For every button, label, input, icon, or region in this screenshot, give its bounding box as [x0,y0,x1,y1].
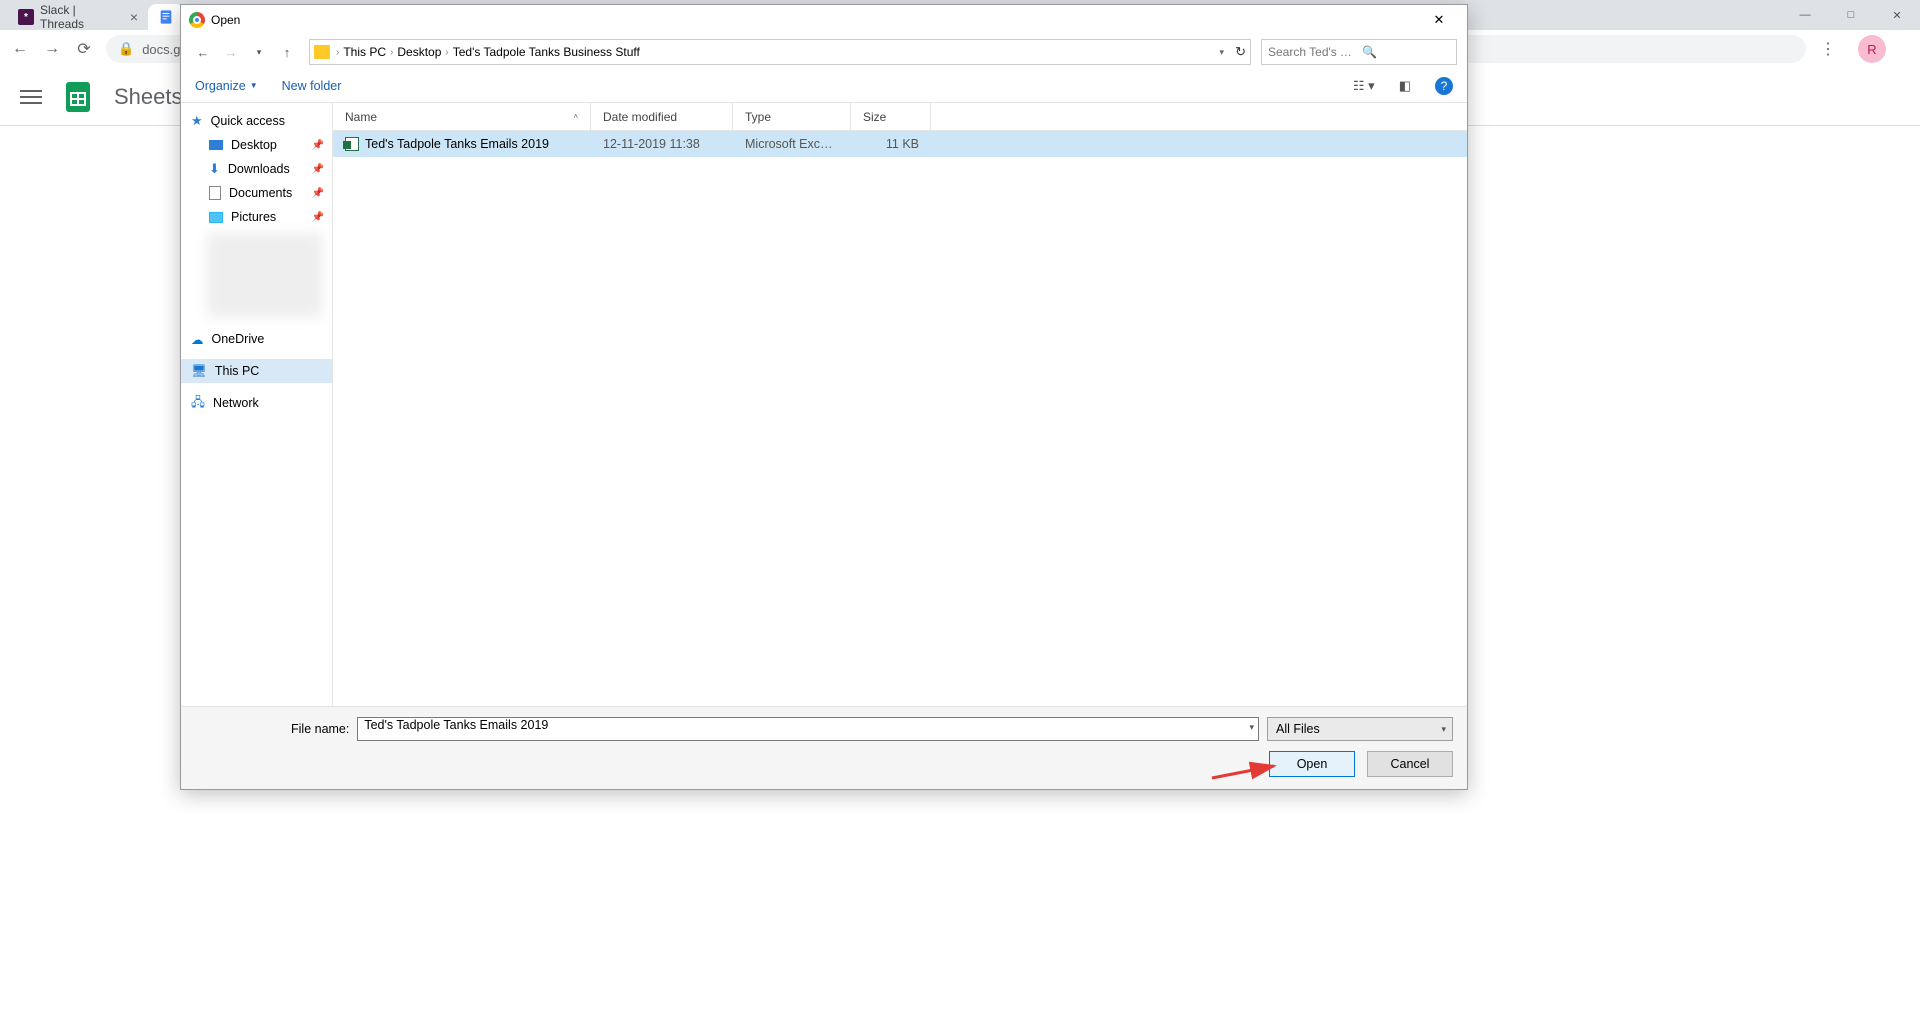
chrome-menu-icon[interactable]: ⋮ [1818,39,1838,59]
chevron-down-icon: ▾ [1441,724,1446,735]
pin-icon: 📌 [312,164,324,175]
sort-asc-icon: ˄ [573,112,578,121]
refresh-icon[interactable]: ↻ [1235,44,1246,60]
file-type: Microsoft Excel W... [733,137,851,151]
url-text: docs.g [142,42,180,57]
forward-icon[interactable]: → [42,39,62,59]
network-icon: 🖧 [191,393,205,414]
redacted-block [207,233,322,317]
slack-favicon: * [18,9,34,25]
open-file-dialog: Open ✕ ← → ▾ ↑ › This PC › Desktop › Ted… [180,4,1468,790]
chevron-right-icon: › [445,47,448,58]
app-title: Sheets [114,84,183,110]
tab-slack[interactable]: * Slack | Threads × [8,4,148,30]
col-type[interactable]: Type [733,103,851,130]
chevron-right-icon: › [336,47,339,58]
search-input[interactable]: Search Ted's Tadpole Tanks Bu... 🔍 [1261,39,1457,65]
navigation-pane: ★ Quick access Desktop 📌 ⬇ Downloads 📌 D… [181,103,333,706]
pc-icon: 🖥 [191,364,207,379]
nav-quick-access[interactable]: ★ Quick access [181,109,332,133]
column-headers: Name ˄ Date modified Type Size [333,103,1467,131]
pictures-icon [209,212,223,223]
nav-up-icon[interactable]: ↑ [275,40,299,64]
chevron-down-icon[interactable]: ▾ [1219,47,1224,58]
new-folder-button[interactable]: New folder [282,79,342,93]
col-name[interactable]: Name ˄ [333,103,591,130]
nav-this-pc[interactable]: 🖥 This PC [181,359,332,383]
nav-onedrive[interactable]: ☁ OneDrive [181,327,332,351]
lock-icon: 🔒 [118,41,134,57]
file-name: Ted's Tadpole Tanks Emails 2019 [365,137,549,151]
breadcrumb[interactable]: › This PC › Desktop › Ted's Tadpole Tank… [309,39,1251,65]
file-list-pane: Name ˄ Date modified Type Size Ted's Tad… [333,103,1467,706]
close-icon[interactable]: × [130,9,138,25]
download-icon: ⬇ [209,161,220,177]
file-type-filter[interactable]: All Files ▾ [1267,717,1453,741]
dialog-toolbar: Organize ▼ New folder ☷ ▾ ◧ ? [181,69,1467,103]
help-icon[interactable]: ? [1435,77,1453,95]
col-size[interactable]: Size [851,103,931,130]
nav-pictures[interactable]: Pictures 📌 [181,205,332,229]
open-button[interactable]: Open [1269,751,1355,777]
col-date[interactable]: Date modified [591,103,733,130]
close-button[interactable]: ✕ [1874,0,1920,30]
tab-label: Slack | Threads [40,3,120,31]
dialog-nav-row: ← → ▾ ↑ › This PC › Desktop › Ted's Tadp… [181,35,1467,69]
file-row[interactable]: Ted's Tadpole Tanks Emails 2019 12-11-20… [333,131,1467,157]
menu-icon[interactable] [20,90,42,104]
nav-recent-icon[interactable]: ▾ [247,40,271,64]
folder-icon [314,45,330,59]
tab-docs[interactable] [148,4,184,30]
desktop-icon [209,140,223,150]
pin-icon: 📌 [312,212,324,223]
dialog-title: Open [211,13,240,27]
crumb-this-pc[interactable]: This PC [343,45,386,59]
avatar[interactable]: R [1858,35,1886,63]
chevron-right-icon: › [390,47,393,58]
view-options-icon[interactable]: ☷ ▾ [1353,78,1375,94]
cancel-button[interactable]: Cancel [1367,751,1453,777]
file-size: 11 KB [851,137,931,151]
nav-back-icon[interactable]: ← [191,40,215,64]
search-placeholder: Search Ted's Tadpole Tanks Bu... [1268,45,1356,59]
dialog-close-button[interactable]: ✕ [1419,6,1459,34]
filename-input[interactable]: Ted's Tadpole Tanks Emails 2019 ▾ [357,717,1259,741]
dialog-titlebar: Open ✕ [181,5,1467,35]
preview-pane-icon[interactable]: ◧ [1399,78,1411,94]
nav-desktop[interactable]: Desktop 📌 [181,133,332,157]
nav-downloads[interactable]: ⬇ Downloads 📌 [181,157,332,181]
sheets-logo-icon [60,79,96,115]
organize-button[interactable]: Organize ▼ [195,79,258,93]
chrome-icon [189,12,205,28]
pin-icon: 📌 [312,140,324,151]
nav-network[interactable]: 🖧 Network [181,391,332,415]
nav-documents[interactable]: Documents 📌 [181,181,332,205]
pin-icon: 📌 [312,188,324,199]
back-icon[interactable]: ← [10,39,30,59]
docs-favicon [158,9,174,25]
onedrive-icon: ☁ [191,332,204,347]
crumb-folder[interactable]: Ted's Tadpole Tanks Business Stuff [453,45,640,59]
dialog-bottom-bar: File name: Ted's Tadpole Tanks Emails 20… [181,706,1467,789]
chevron-down-icon[interactable]: ▾ [1249,722,1254,733]
maximize-button[interactable]: □ [1828,0,1874,30]
search-icon: 🔍 [1362,45,1450,59]
filename-label: File name: [291,722,349,736]
chevron-down-icon: ▼ [250,81,258,90]
crumb-desktop[interactable]: Desktop [397,45,441,59]
dialog-body: ★ Quick access Desktop 📌 ⬇ Downloads 📌 D… [181,103,1467,706]
nav-forward-icon: → [219,40,243,64]
minimize-button[interactable]: — [1782,0,1828,30]
excel-file-icon [345,137,359,151]
star-icon: ★ [191,113,203,129]
file-date: 12-11-2019 11:38 [591,137,733,151]
window-controls: — □ ✕ [1782,0,1920,30]
reload-icon[interactable]: ⟳ [74,39,94,59]
document-icon [209,186,221,200]
